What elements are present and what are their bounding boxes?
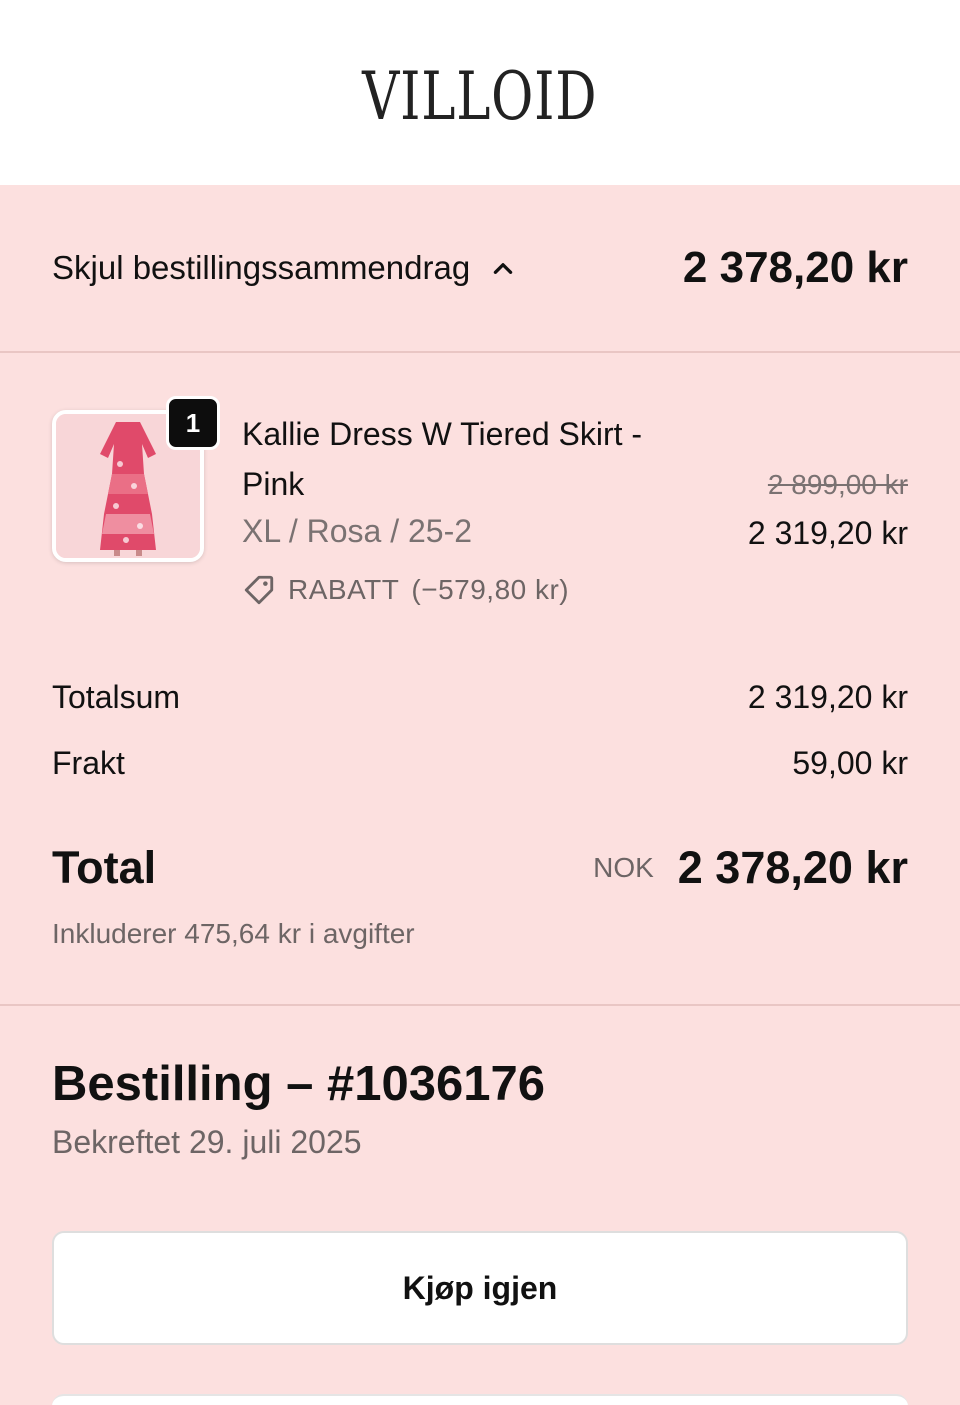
product-name: Kallie Dress W Tiered Skirt - Pink bbox=[242, 416, 643, 502]
section-divider bbox=[0, 1004, 960, 1006]
buy-again-button[interactable]: Kjøp igjen bbox=[52, 1231, 908, 1345]
subtotal-row: Totalsum 2 319,20 kr bbox=[0, 679, 960, 716]
next-card-edge bbox=[52, 1394, 908, 1405]
discount-label: RABATT bbox=[288, 574, 400, 605]
summary-total: 2 378,20 kr bbox=[682, 243, 908, 292]
shipping-row: Frakt 59,00 kr bbox=[0, 745, 960, 782]
quantity-badge: 1 bbox=[166, 396, 220, 450]
total-label: Total bbox=[52, 842, 157, 893]
order-confirmed-date: Bekreftet 29. juli 2025 bbox=[52, 1124, 362, 1160]
tag-icon bbox=[244, 575, 274, 605]
discounted-price: 2 319,20 kr bbox=[747, 515, 908, 551]
hide-summary-toggle[interactable]: Skjul bestillingssammendrag bbox=[52, 249, 516, 287]
order-title: Bestilling – #1036176 bbox=[52, 1057, 546, 1111]
line-item: 1 Kallie Dress W Tiered Skirt - Pink XL … bbox=[0, 353, 960, 658]
toggle-label: Skjul bestillingssammendrag bbox=[52, 249, 471, 286]
total-amount-group: NOK 2 378,20 kr bbox=[593, 842, 908, 894]
brand-logo[interactable]: VILLOID bbox=[362, 50, 597, 135]
chevron-up-icon bbox=[493, 263, 513, 274]
total-row: Total NOK 2 378,20 kr bbox=[0, 842, 960, 894]
shipping-label: Frakt bbox=[52, 745, 125, 781]
total-value: 2 378,20 kr bbox=[677, 842, 908, 893]
taxes-note: Inkluderer 475,64 kr i avgifter bbox=[52, 918, 415, 949]
subtotal-label: Totalsum bbox=[52, 679, 181, 715]
original-price: 2 899,00 kr bbox=[767, 469, 908, 500]
site-header: VILLOID bbox=[0, 0, 960, 185]
order-summary-toggle-bar: Skjul bestillingssammendrag 2 378,20 kr bbox=[0, 185, 960, 353]
subtotal-value: 2 319,20 kr bbox=[747, 679, 908, 715]
discount-info: RABATT (−579,80 kr) bbox=[242, 573, 569, 607]
product-variant: XL / Rosa / 25-2 bbox=[242, 513, 473, 549]
currency-code: NOK bbox=[593, 852, 654, 883]
discount-amount: (−579,80 kr) bbox=[411, 574, 570, 605]
shipping-value: 59,00 kr bbox=[792, 745, 908, 781]
